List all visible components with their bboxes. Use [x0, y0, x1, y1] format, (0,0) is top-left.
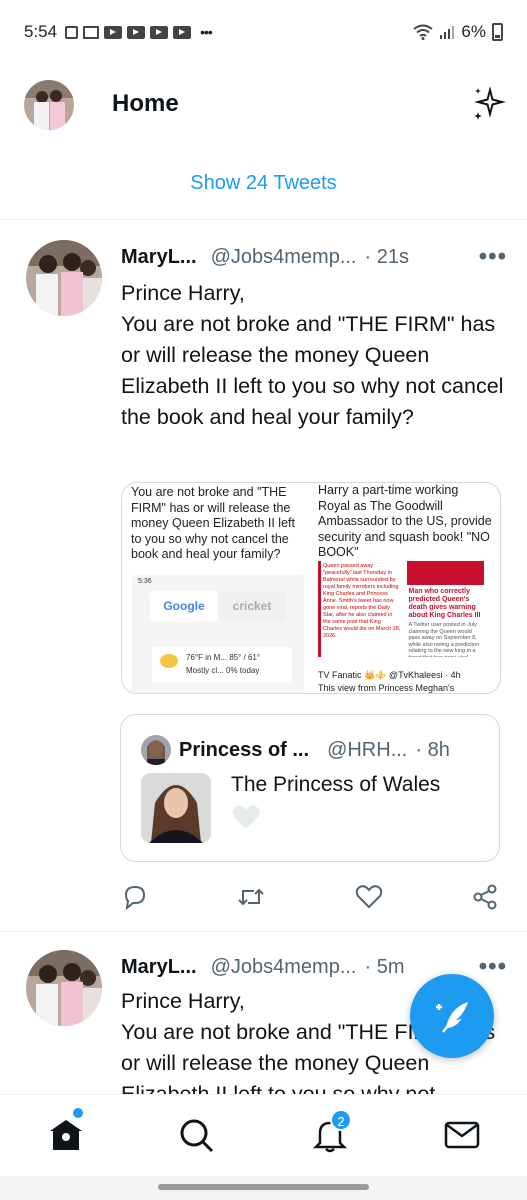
quoted-tweet[interactable]: Princess of ... @HRH... · 8h The Princes… [120, 714, 500, 862]
sparkle-icon[interactable] [470, 86, 506, 122]
author-name[interactable]: MaryL... [121, 246, 197, 269]
gmail-icon [83, 25, 100, 39]
quote-author-handle[interactable]: @HRH... [327, 739, 407, 762]
notifications-badge: 2 [330, 1109, 352, 1131]
quote-time: · 8h [415, 738, 450, 761]
weather-line-2: Mostly cl... 0% today [186, 666, 260, 675]
phone-screenshot: 5:36 Google cricket 76°F in M... 85° / 6… [132, 575, 304, 693]
news-article-a: Queen passed away "peacefully" last Thur… [318, 561, 403, 657]
signal-icon [440, 26, 455, 39]
home-icon[interactable] [46, 1115, 86, 1155]
more-notifications-icon: ••• [200, 24, 213, 40]
status-right: 6% [413, 22, 503, 42]
tweet-time[interactable]: · 21s [365, 246, 409, 269]
news-nav [406, 561, 484, 585]
news-headline: Man who correctly predicted Queen's deat… [408, 588, 481, 619]
youtube-icon [127, 25, 146, 39]
weather-line-1: 76°F in M... 85° / 61° [186, 653, 261, 662]
compose-feather-icon [436, 1002, 468, 1033]
status-time: 5:54 [24, 22, 58, 41]
news-article-b: Man who correctly predicted Queen's deat… [406, 561, 484, 657]
more-options-icon[interactable]: ••• [479, 243, 507, 271]
embedded-tweet-footer: TV Fanatic 👑⚜️ @TvKhaleesi · 4h This vie… [318, 669, 461, 693]
show-new-tweets-button[interactable]: Show 24 Tweets [0, 148, 527, 220]
avatar[interactable] [26, 950, 102, 1026]
header: Home [0, 64, 527, 148]
media-right-text: Harry a part-time working Royal as The G… [318, 483, 492, 559]
tweet[interactable]: MaryL... @Jobs4memp... · 21s ••• Prince … [0, 222, 527, 932]
weather-icon [160, 654, 178, 668]
avatar[interactable] [26, 240, 102, 316]
cricket-tab: cricket [218, 591, 286, 621]
share-icon[interactable] [470, 882, 500, 912]
author-handle[interactable]: @Jobs4memp... [211, 956, 357, 979]
author-name[interactable]: MaryL... [121, 956, 197, 979]
youtube-icon [173, 25, 192, 39]
quote-avatar[interactable] [141, 735, 171, 765]
home-gesture-handle[interactable] [158, 1184, 369, 1190]
reply-icon[interactable] [120, 882, 150, 912]
battery-percent: 6% [461, 22, 486, 41]
news-screenshot: Queen passed away "peacefully" last Thur… [318, 561, 484, 657]
news-body: A Twitter user posted in July claiming t… [408, 622, 480, 657]
document-icon [65, 25, 79, 39]
tweet-time[interactable]: · 5m [365, 956, 405, 979]
tweet-actions [110, 882, 510, 914]
embedded-tweet-author: TV Fanatic 👑⚜️ @TvKhaleesi · 4h [318, 670, 461, 680]
phone-tabs: Google cricket [150, 591, 286, 621]
media-left-text: You are not broke and "THE FIRM" has or … [131, 485, 295, 561]
home-unread-dot [73, 1108, 83, 1118]
messages-icon[interactable] [442, 1115, 482, 1155]
profile-avatar[interactable] [24, 80, 74, 130]
embedded-tweet-text: This view from Princess Meghan's [318, 683, 455, 693]
retweet-icon[interactable] [236, 882, 266, 912]
google-tab: Google [150, 591, 218, 621]
youtube-icon [150, 25, 169, 39]
quote-header: Princess of ... @HRH... · 8h [179, 735, 481, 765]
quote-author-name[interactable]: Princess of ... [179, 739, 309, 762]
tweet-media[interactable]: You are not broke and "THE FIRM" has or … [121, 482, 501, 694]
page-title: Home [112, 90, 179, 117]
compose-tweet-button[interactable] [410, 974, 494, 1058]
quote-text: The Princess of Wales [231, 773, 441, 796]
tweet-text: Prince Harry, You are not broke and "THE… [121, 281, 504, 429]
status-bar: 5:54 ••• 6% [0, 0, 527, 64]
phone-status: 5:36 [138, 578, 152, 585]
battery-icon [492, 23, 503, 41]
media-image-right[interactable]: Harry a part-time working Royal as The G… [310, 483, 500, 693]
system-gesture-bar [0, 1176, 527, 1200]
heart-icon [232, 805, 260, 829]
wifi-icon [413, 24, 434, 40]
search-icon[interactable] [176, 1115, 216, 1155]
tweet-header: MaryL... @Jobs4memp... · 21s ••• [121, 242, 507, 272]
bottom-nav: 2 [0, 1094, 527, 1176]
quote-image[interactable] [141, 773, 211, 843]
like-icon[interactable] [354, 882, 384, 912]
weather-widget: 76°F in M... 85° / 61° Mostly cl... 0% t… [152, 647, 292, 683]
author-handle[interactable]: @Jobs4memp... [211, 246, 357, 269]
media-image-left[interactable]: You are not broke and "THE FIRM" has or … [122, 483, 310, 693]
notification-icons: ••• [65, 24, 213, 40]
youtube-icon [104, 25, 123, 39]
